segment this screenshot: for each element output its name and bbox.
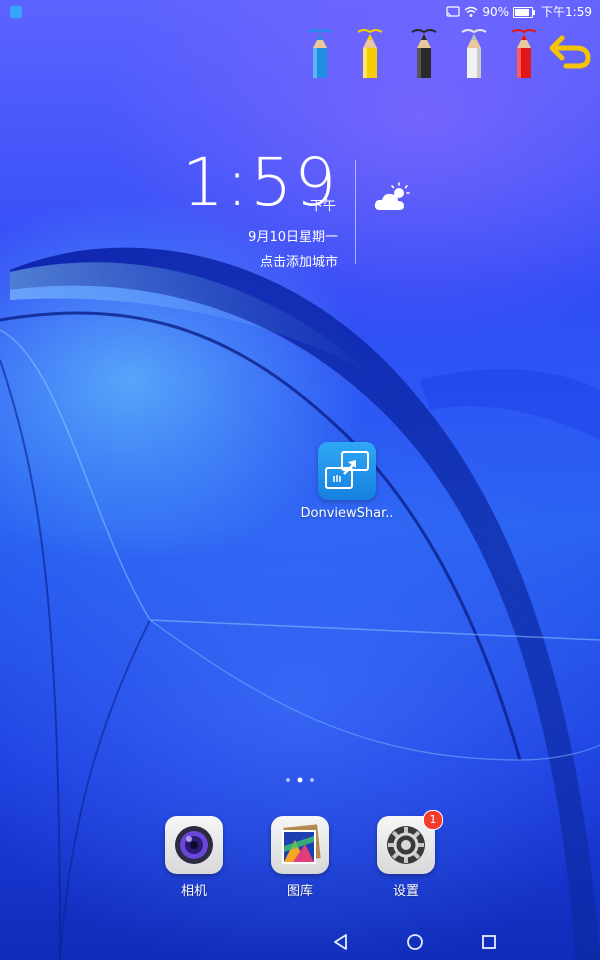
black-pencil-icon[interactable]: [404, 26, 444, 82]
yellow-pencil-icon[interactable]: [350, 26, 390, 82]
battery-icon: [513, 6, 536, 18]
undo-arrow-icon[interactable]: [548, 30, 592, 70]
app-label: DonviewShar..: [300, 506, 394, 521]
app-gallery[interactable]: 图库: [260, 816, 340, 899]
donview-share-icon: [318, 442, 376, 500]
blue-pencil-icon[interactable]: [300, 26, 340, 82]
partly-cloudy-icon[interactable]: [372, 182, 412, 214]
clock-ampm: 下午: [310, 199, 337, 214]
back-icon[interactable]: [328, 930, 352, 954]
app-camera[interactable]: 相机: [154, 816, 234, 899]
cast-icon: [446, 6, 460, 17]
status-icons: 90% 下午1:59: [446, 4, 592, 20]
home-icon[interactable]: [403, 930, 427, 954]
status-time: 下午1:59: [541, 5, 592, 19]
add-city-link[interactable]: 点击添加城市: [190, 251, 338, 270]
app-settings[interactable]: 1 设置: [366, 810, 446, 899]
notification-badge: 1: [423, 810, 443, 830]
red-pencil-icon[interactable]: [504, 26, 544, 82]
notification-app-icon: [10, 6, 22, 18]
settings-gear-icon: 1: [377, 810, 443, 874]
navigation-bar: [0, 922, 600, 960]
wifi-icon: [464, 6, 478, 17]
white-pencil-icon[interactable]: [454, 26, 494, 82]
battery-percent: 90%: [482, 5, 510, 19]
clock-date: 9月10日星期一: [248, 230, 338, 245]
recents-icon[interactable]: [477, 930, 501, 954]
page-indicator: [286, 777, 314, 783]
camera-icon: [165, 816, 223, 874]
app-label: 相机: [180, 884, 207, 899]
app-donview-share[interactable]: DonviewShar..: [297, 442, 397, 521]
app-label: 图库: [286, 884, 313, 899]
widget-divider: [355, 160, 356, 264]
dock: 相机 图库 1 设置: [0, 810, 600, 906]
app-label: 设置: [392, 884, 419, 899]
status-bar: 90% 下午1:59: [0, 0, 600, 24]
gallery-icon: [271, 816, 329, 874]
